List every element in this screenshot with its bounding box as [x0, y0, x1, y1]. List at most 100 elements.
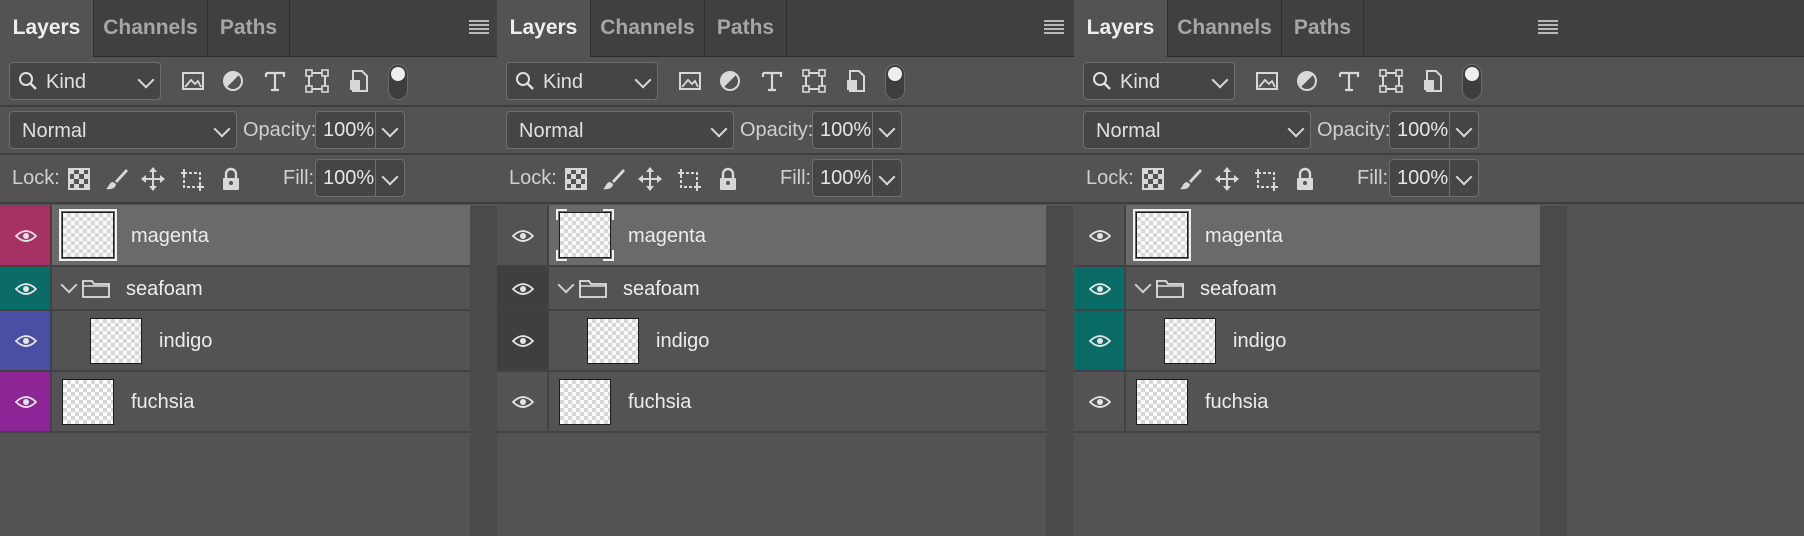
shape-layer-filter-icon[interactable] — [1378, 68, 1404, 94]
adjustment-layer-filter-icon[interactable] — [717, 68, 743, 94]
layer-name[interactable]: fuchsia — [131, 390, 194, 414]
layer-name[interactable]: magenta — [1205, 224, 1283, 248]
visibility-cell[interactable] — [0, 311, 52, 370]
eye-icon[interactable] — [512, 334, 534, 348]
opacity-input[interactable]: 100% — [315, 111, 376, 149]
eye-icon[interactable] — [15, 229, 37, 243]
eye-icon[interactable] — [512, 395, 534, 409]
eye-icon[interactable] — [15, 282, 37, 296]
visibility-cell[interactable] — [0, 205, 52, 265]
filter-toggle-switch[interactable] — [885, 64, 905, 100]
layers-scrollbar-track[interactable] — [1540, 206, 1567, 536]
smart-object-filter-icon[interactable] — [1420, 68, 1446, 94]
lock-all-icon[interactable] — [1292, 166, 1318, 192]
panel-menu-icon[interactable] — [1044, 20, 1064, 34]
lock-artboard-icon[interactable] — [676, 166, 702, 192]
layer-row-magenta[interactable]: magenta — [1074, 205, 1540, 267]
layer-row-seafoam-group[interactable]: seafoam — [0, 267, 470, 311]
fill-dropdown-button[interactable] — [376, 159, 405, 197]
eye-icon[interactable] — [512, 282, 534, 296]
blend-mode-dropdown[interactable]: Normal — [9, 111, 237, 149]
layer-name[interactable]: indigo — [656, 329, 709, 353]
layer-name[interactable]: fuchsia — [628, 390, 691, 414]
tab-paths[interactable]: Paths — [208, 0, 290, 56]
eye-icon[interactable] — [1089, 395, 1111, 409]
lock-transparent-pixels-icon[interactable] — [563, 166, 589, 192]
layer-name[interactable]: indigo — [159, 329, 212, 353]
layers-scrollbar-track[interactable] — [470, 206, 497, 536]
filter-kind-dropdown[interactable]: Kind — [9, 62, 161, 100]
lock-all-icon[interactable] — [218, 166, 244, 192]
group-expand-chevron-icon[interactable] — [60, 276, 78, 294]
fill-dropdown-button[interactable] — [1450, 159, 1479, 197]
tab-layers[interactable]: Layers — [497, 0, 591, 57]
layer-row-seafoam-group[interactable]: seafoam — [1074, 267, 1540, 311]
layer-row-fuchsia[interactable]: fuchsia — [0, 372, 470, 433]
layers-scrollbar-track[interactable] — [1046, 206, 1073, 536]
tab-layers[interactable]: Layers — [0, 0, 94, 57]
lock-image-pixels-brush-icon[interactable] — [104, 166, 130, 192]
eye-icon[interactable] — [1089, 229, 1111, 243]
visibility-cell[interactable] — [0, 267, 52, 309]
visibility-cell[interactable] — [1074, 372, 1126, 431]
layer-name[interactable]: magenta — [131, 224, 209, 248]
layer-name[interactable]: indigo — [1233, 329, 1286, 353]
blend-mode-dropdown[interactable]: Normal — [1083, 111, 1311, 149]
panel-menu-icon[interactable] — [469, 20, 489, 34]
opacity-input[interactable]: 100% — [1389, 111, 1450, 149]
filter-toggle-switch[interactable] — [388, 64, 408, 100]
fill-input[interactable]: 100% — [812, 159, 873, 197]
visibility-cell[interactable] — [1074, 311, 1126, 370]
pixel-layer-filter-icon[interactable] — [180, 68, 206, 94]
visibility-cell[interactable] — [1074, 205, 1126, 265]
tab-paths[interactable]: Paths — [705, 0, 787, 56]
visibility-cell[interactable] — [497, 267, 549, 309]
visibility-cell[interactable] — [497, 372, 549, 431]
panel-menu-icon[interactable] — [1538, 20, 1558, 34]
layer-name[interactable]: seafoam — [1200, 277, 1277, 301]
layer-row-indigo[interactable]: indigo — [0, 311, 470, 372]
tab-channels[interactable]: Channels — [591, 0, 705, 56]
lock-image-pixels-brush-icon[interactable] — [601, 166, 627, 192]
layer-name[interactable]: magenta — [628, 224, 706, 248]
opacity-input[interactable]: 100% — [812, 111, 873, 149]
type-layer-filter-icon[interactable] — [1336, 68, 1362, 94]
adjustment-layer-filter-icon[interactable] — [1294, 68, 1320, 94]
layer-name[interactable]: seafoam — [126, 277, 203, 301]
lock-position-move-icon[interactable] — [1214, 166, 1240, 192]
lock-transparent-pixels-icon[interactable] — [1140, 166, 1166, 192]
type-layer-filter-icon[interactable] — [262, 68, 288, 94]
group-expand-chevron-icon[interactable] — [1134, 276, 1152, 294]
eye-icon[interactable] — [1089, 334, 1111, 348]
layer-row-fuchsia[interactable]: fuchsia — [1074, 372, 1540, 433]
layer-row-indigo[interactable]: indigo — [1074, 311, 1540, 372]
lock-all-icon[interactable] — [715, 166, 741, 192]
visibility-cell[interactable] — [497, 311, 549, 370]
smart-object-filter-icon[interactable] — [843, 68, 869, 94]
layer-row-seafoam-group[interactable]: seafoam — [497, 267, 1046, 311]
filter-toggle-switch[interactable] — [1462, 64, 1482, 100]
shape-layer-filter-icon[interactable] — [801, 68, 827, 94]
layer-row-indigo[interactable]: indigo — [497, 311, 1046, 372]
eye-icon[interactable] — [15, 395, 37, 409]
lock-position-move-icon[interactable] — [140, 166, 166, 192]
visibility-cell[interactable] — [0, 372, 52, 431]
fill-input[interactable]: 100% — [315, 159, 376, 197]
opacity-dropdown-button[interactable] — [873, 111, 902, 149]
visibility-cell[interactable] — [497, 205, 549, 265]
blend-mode-dropdown[interactable]: Normal — [506, 111, 734, 149]
type-layer-filter-icon[interactable] — [759, 68, 785, 94]
lock-artboard-icon[interactable] — [179, 166, 205, 192]
tab-channels[interactable]: Channels — [94, 0, 208, 56]
visibility-cell[interactable] — [1074, 267, 1126, 309]
filter-kind-dropdown[interactable]: Kind — [506, 62, 658, 100]
layer-row-magenta[interactable]: magenta — [497, 205, 1046, 267]
eye-icon[interactable] — [512, 229, 534, 243]
lock-image-pixels-brush-icon[interactable] — [1178, 166, 1204, 192]
tab-layers[interactable]: Layers — [1074, 0, 1168, 57]
group-expand-chevron-icon[interactable] — [557, 276, 575, 294]
tab-paths[interactable]: Paths — [1282, 0, 1364, 56]
lock-transparent-pixels-icon[interactable] — [66, 166, 92, 192]
layer-name[interactable]: seafoam — [623, 277, 700, 301]
pixel-layer-filter-icon[interactable] — [1254, 68, 1280, 94]
